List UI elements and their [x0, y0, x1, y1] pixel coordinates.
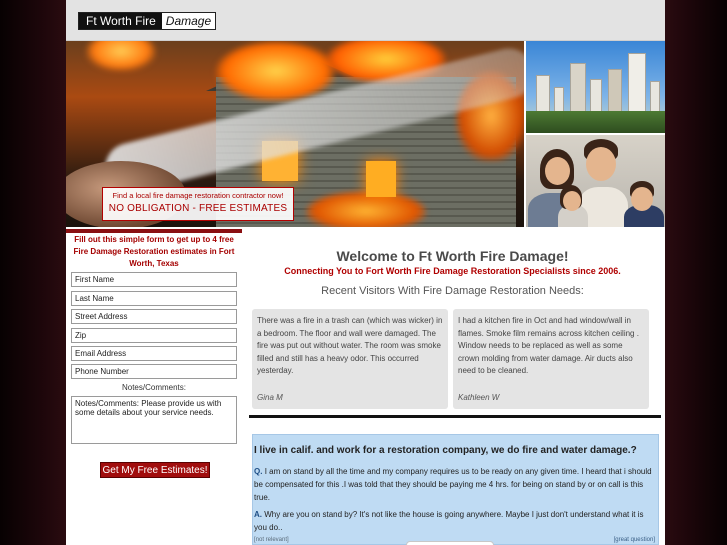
- qa-title[interactable]: I live in calif. and work for a restorat…: [254, 445, 637, 456]
- welcome-title: Welcome to Ft Worth Fire Damage!: [336, 248, 569, 264]
- testimonial-card: I had a kitchen fire in Oct and had wind…: [453, 309, 649, 409]
- person: [563, 191, 581, 211]
- flame: [216, 41, 336, 101]
- building: [570, 63, 586, 115]
- phone-field[interactable]: [71, 364, 237, 379]
- question-text: I am on stand by all the time and my com…: [254, 467, 652, 502]
- left-border: [0, 0, 66, 545]
- qa-question: Q. I am on stand by all the time and my …: [254, 465, 654, 504]
- person: [631, 187, 653, 211]
- building: [590, 79, 602, 115]
- promo-small-text: Find a local fire damage restoration con…: [112, 191, 284, 200]
- burning-window: [366, 161, 396, 197]
- testimonial-text: I had a kitchen fire in Oct and had wind…: [458, 316, 639, 375]
- welcome-subtitle: Connecting You to Fort Worth Fire Damage…: [284, 266, 621, 276]
- hero-fire-image: Find a local fire damage restoration con…: [66, 41, 524, 227]
- flame: [86, 41, 156, 71]
- building: [628, 53, 646, 115]
- header: Ft Worth Fire Damage: [66, 0, 665, 41]
- page: Ft Worth Fire Damage Find a local fire d…: [66, 0, 665, 545]
- last-name-field[interactable]: [71, 291, 237, 306]
- building: [608, 69, 622, 115]
- testimonial-name: Kathleen W: [458, 393, 500, 402]
- right-border: [665, 0, 727, 545]
- zip-field[interactable]: [71, 328, 237, 343]
- form-accent-bar: [66, 229, 242, 233]
- answer-label: A.: [254, 510, 262, 519]
- promo-box[interactable]: Find a local fire damage restoration con…: [102, 187, 294, 221]
- form-title: Fill out this simple form to get up to 4…: [73, 235, 235, 268]
- first-name-field[interactable]: [71, 272, 237, 287]
- not-relevant-link[interactable]: [not relevant]: [254, 537, 289, 543]
- building: [650, 81, 660, 115]
- great-question-link[interactable]: [great question]: [614, 537, 655, 543]
- answer-text: Why are you on stand by? It's not like t…: [254, 510, 644, 532]
- qa-box: I live in calif. and work for a restorat…: [252, 434, 659, 545]
- trees: [526, 111, 665, 133]
- logo-text-left: Ft Worth Fire: [79, 13, 162, 29]
- email-field[interactable]: [71, 346, 237, 361]
- notes-textarea[interactable]: Notes/Comments: Please provide us with s…: [71, 396, 237, 444]
- qa-pager[interactable]: [406, 541, 494, 545]
- site-logo[interactable]: Ft Worth Fire Damage: [78, 12, 217, 30]
- section-divider: [249, 415, 661, 418]
- get-estimates-button[interactable]: Get My Free Estimates!: [100, 462, 210, 478]
- logo-text-right: Damage: [161, 13, 216, 29]
- question-label: Q.: [254, 467, 263, 476]
- family-image: [526, 135, 665, 227]
- person: [586, 147, 616, 181]
- building: [536, 75, 550, 115]
- city-skyline-image: [526, 41, 665, 133]
- testimonial-name: Gina M: [257, 393, 283, 402]
- recent-visitors-heading: Recent Visitors With Fire Damage Restora…: [321, 285, 584, 297]
- qa-answer: A. Why are you on stand by? It's not lik…: [254, 508, 654, 534]
- notes-label: Notes/Comments:: [121, 383, 187, 392]
- promo-big-text: NO OBLIGATION - FREE ESTIMATES: [108, 203, 288, 214]
- testimonial-text: There was a fire in a trash can (which w…: [257, 316, 443, 375]
- person: [545, 157, 570, 185]
- testimonial-card: There was a fire in a trash can (which w…: [252, 309, 448, 409]
- street-address-field[interactable]: [71, 309, 237, 324]
- estimate-form: Fill out this simple form to get up to 4…: [66, 229, 242, 545]
